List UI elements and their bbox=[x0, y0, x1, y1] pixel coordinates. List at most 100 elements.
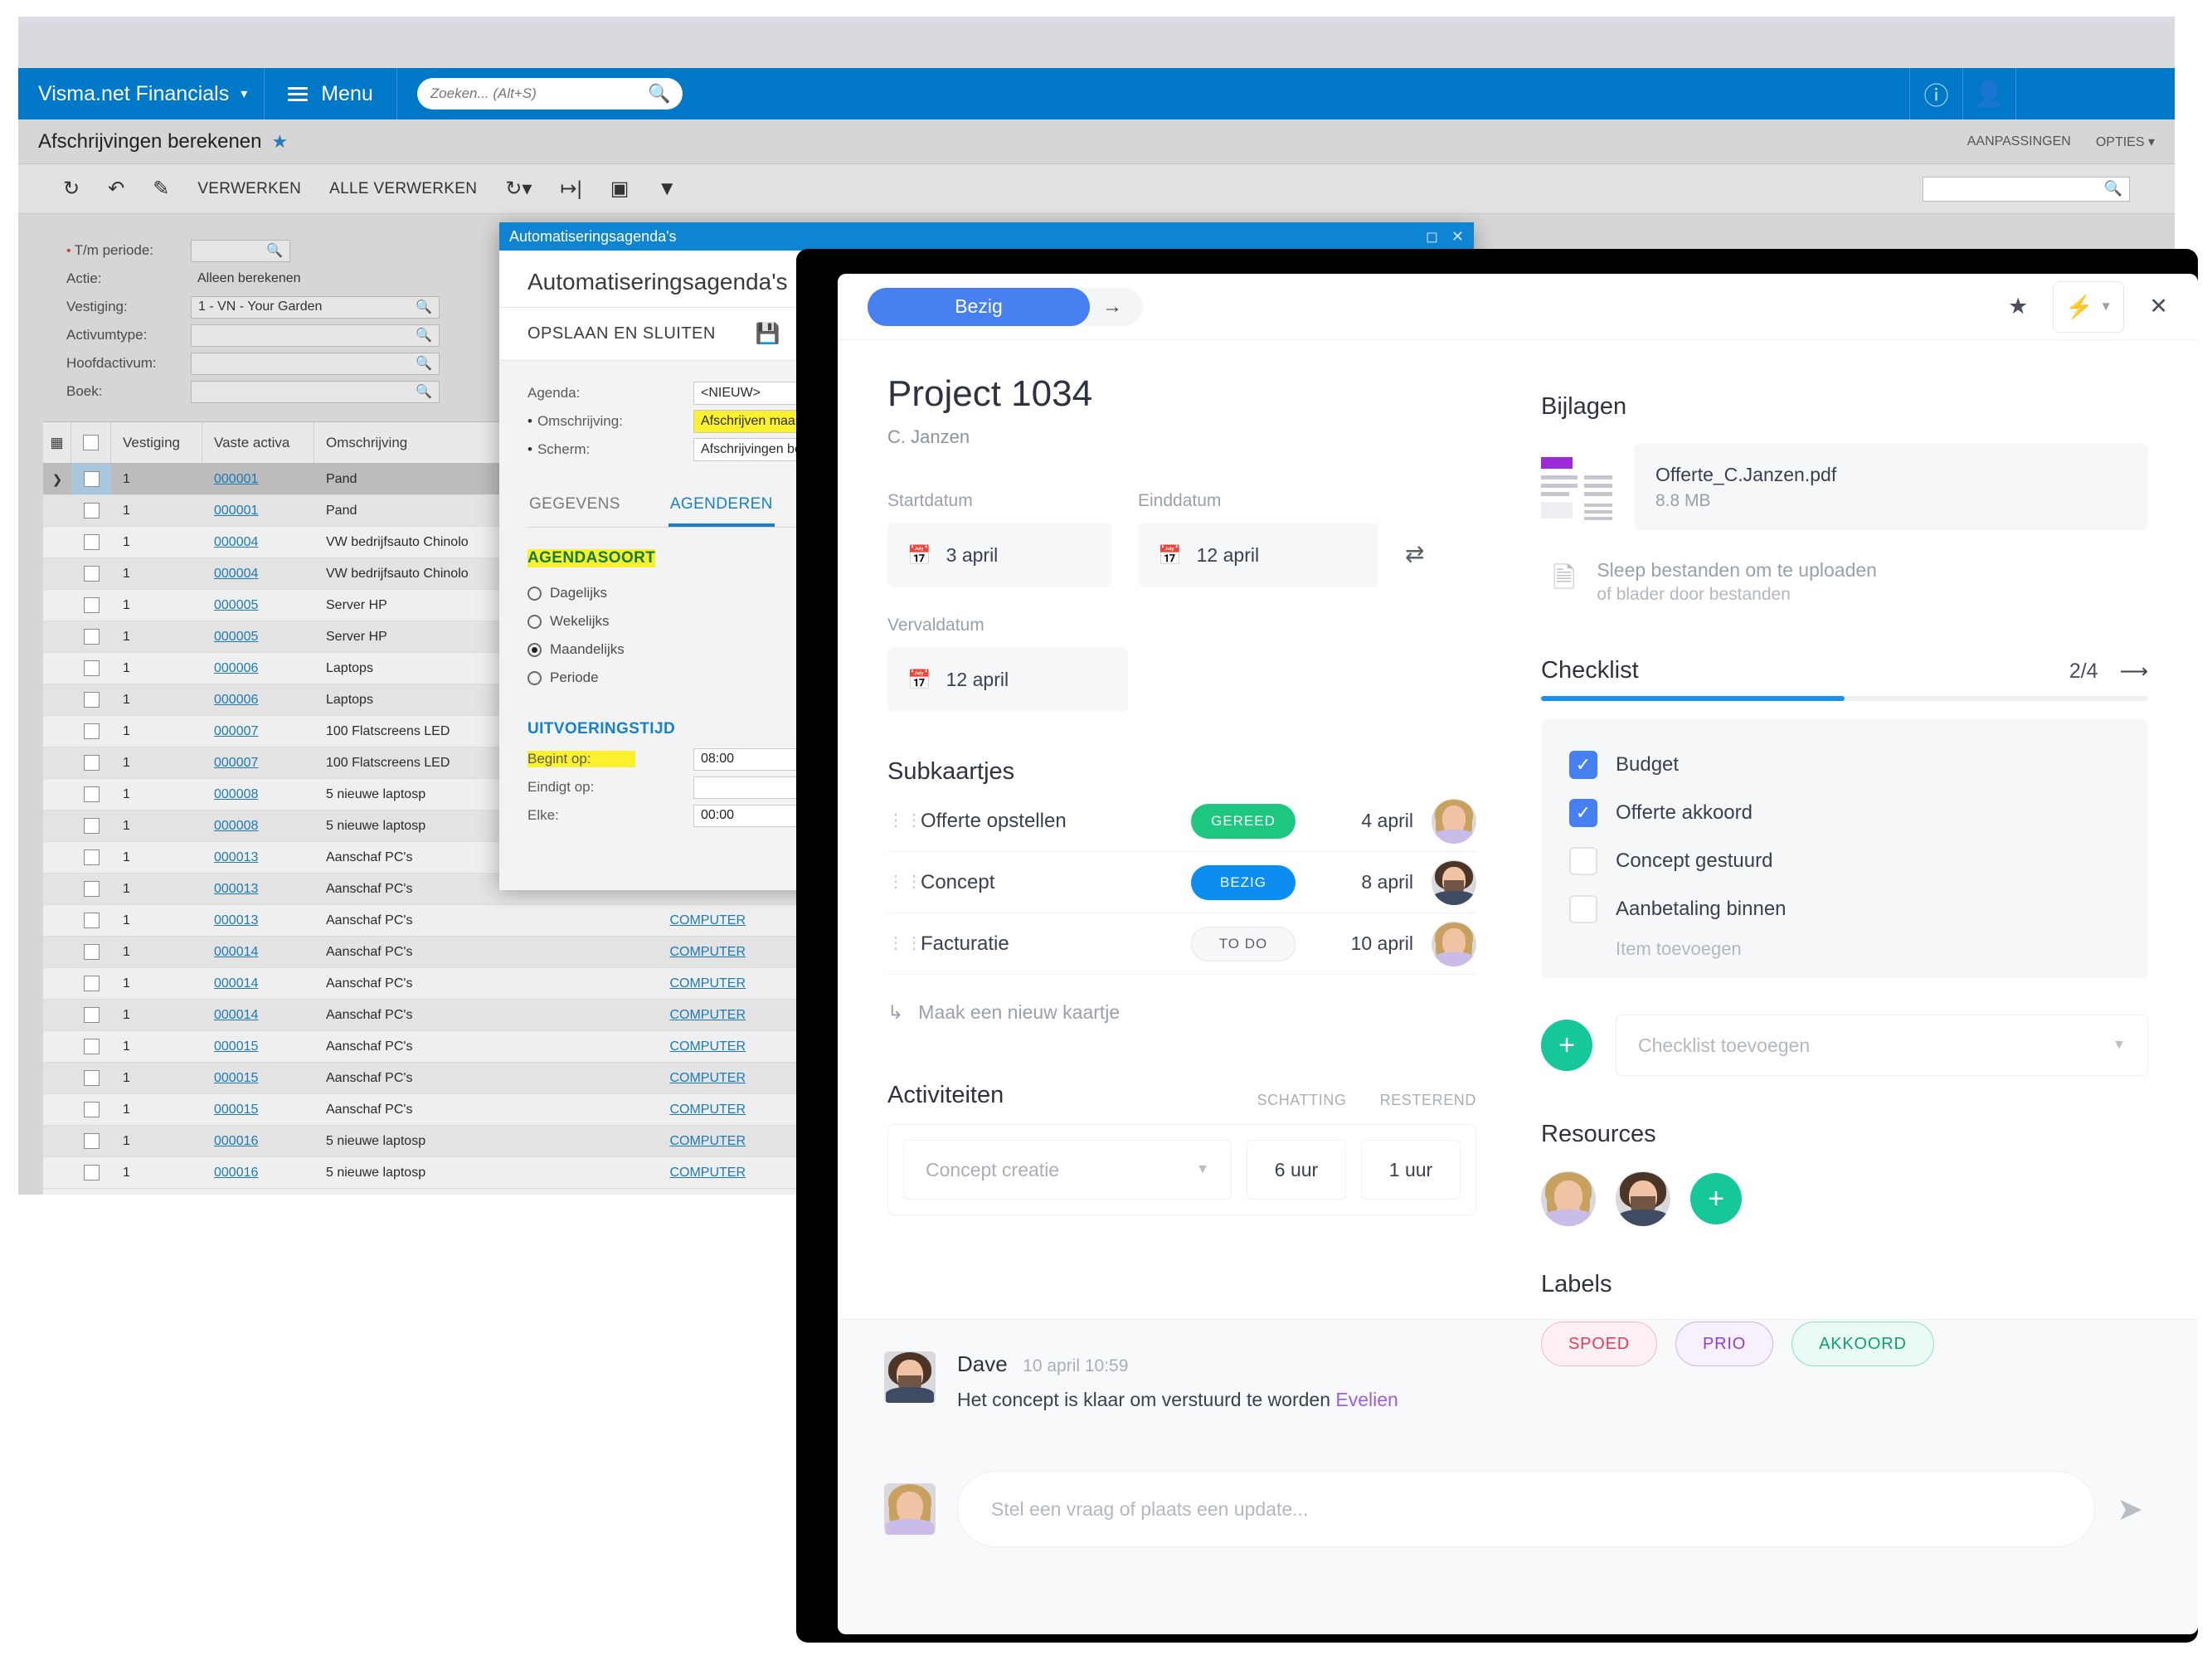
row-expand-icon[interactable] bbox=[43, 779, 71, 810]
row-checkbox[interactable] bbox=[71, 716, 111, 747]
subcard-row[interactable]: ⋮⋮ Facturatie TO DO 10 april bbox=[887, 913, 1476, 975]
tm-periode-input[interactable]: 🔍 bbox=[191, 239, 290, 262]
close-icon[interactable]: ✕ bbox=[2149, 294, 2168, 319]
arrow-right-icon[interactable]: → bbox=[1090, 295, 1135, 319]
activity-remaining[interactable]: 1 uur bbox=[1361, 1140, 1461, 1200]
cell-vaste-activa[interactable]: 000015 bbox=[202, 1094, 314, 1125]
status-badge[interactable]: GEREED bbox=[1191, 803, 1296, 839]
attachment-item[interactable]: Offerte_C.Janzen.pdf 8.8 MB bbox=[1634, 444, 2148, 531]
favorite-star-icon[interactable]: ★ bbox=[272, 131, 289, 153]
row-checkbox[interactable] bbox=[71, 874, 111, 904]
row-checkbox[interactable] bbox=[71, 968, 111, 999]
row-expand-icon[interactable] bbox=[43, 684, 71, 715]
checkbox-icon[interactable] bbox=[1569, 847, 1597, 876]
fit-icon[interactable]: ↦| bbox=[560, 177, 581, 201]
status-badge[interactable]: TO DO bbox=[1191, 926, 1296, 961]
activity-estimate[interactable]: 6 uur bbox=[1247, 1140, 1346, 1200]
column-settings-icon[interactable]: ▦ bbox=[43, 422, 71, 463]
row-expand-icon[interactable] bbox=[43, 1157, 71, 1188]
cell-vaste-activa[interactable]: 000004 bbox=[202, 558, 314, 589]
aanpassingen-button[interactable]: AANPASSINGEN bbox=[1967, 134, 2071, 149]
drag-handle-icon[interactable]: ⋮⋮ bbox=[887, 935, 922, 952]
row-checkbox[interactable] bbox=[71, 779, 111, 810]
send-icon[interactable]: ➤ bbox=[2117, 1491, 2151, 1528]
cell-vaste-activa[interactable]: 000014 bbox=[202, 937, 314, 967]
row-checkbox[interactable] bbox=[71, 1063, 111, 1093]
lookup-icon[interactable]: 🔍 bbox=[266, 242, 283, 259]
row-checkbox[interactable] bbox=[71, 905, 111, 936]
row-expand-icon[interactable] bbox=[43, 590, 71, 621]
dropzone-line2[interactable]: of blader door bestanden bbox=[1597, 585, 1877, 605]
cell-vaste-activa[interactable]: 000014 bbox=[202, 968, 314, 999]
undo-icon[interactable]: ↶ bbox=[108, 177, 124, 201]
row-checkbox[interactable] bbox=[71, 684, 111, 715]
refresh-icon[interactable]: ↻ bbox=[63, 177, 80, 201]
column-header-vaste-activa[interactable]: Vaste activa bbox=[202, 422, 314, 463]
row-checkbox[interactable] bbox=[71, 1126, 111, 1156]
activity-select[interactable]: Concept creatie ▼ bbox=[903, 1140, 1232, 1200]
help-icon[interactable]: ⓘ bbox=[1909, 68, 1962, 119]
add-resource-button[interactable]: + bbox=[1690, 1173, 1742, 1225]
avatar[interactable] bbox=[1432, 921, 1476, 966]
row-expand-icon[interactable] bbox=[43, 1094, 71, 1125]
row-expand-icon[interactable] bbox=[43, 1063, 71, 1093]
tab-gegevens[interactable]: GEGEVENS bbox=[527, 487, 622, 527]
activumtype-input[interactable]: 🔍 bbox=[191, 324, 440, 347]
row-expand-icon[interactable] bbox=[43, 747, 71, 778]
cell-vaste-activa[interactable]: 000005 bbox=[202, 621, 314, 652]
vestiging-input[interactable]: 1 - VN - Your Garden 🔍 bbox=[191, 295, 440, 319]
status-button[interactable]: Bezig bbox=[868, 287, 1090, 326]
avatar[interactable] bbox=[1616, 1171, 1670, 1227]
row-checkbox[interactable] bbox=[71, 747, 111, 778]
row-expand-icon[interactable] bbox=[43, 1126, 71, 1156]
row-checkbox[interactable] bbox=[71, 590, 111, 621]
cell-vaste-activa[interactable]: 000015 bbox=[202, 1031, 314, 1062]
filter-icon[interactable]: ▼ bbox=[657, 178, 677, 201]
edit-icon[interactable]: ✎ bbox=[153, 177, 169, 201]
close-icon[interactable]: ✕ bbox=[1451, 228, 1464, 246]
cell-vaste-activa[interactable]: 000013 bbox=[202, 842, 314, 873]
label-prio[interactable]: PRIO bbox=[1675, 1322, 1774, 1367]
cell-vaste-activa[interactable]: 000007 bbox=[202, 716, 314, 747]
user-icon[interactable]: 👤 bbox=[1962, 68, 2015, 119]
startdatum-input[interactable]: 📅 3 april bbox=[887, 523, 1111, 587]
checklist-item[interactable]: Aanbetaling binnen bbox=[1569, 885, 2120, 933]
cell-vaste-activa[interactable]: 000004 bbox=[202, 527, 314, 557]
checkbox-icon[interactable] bbox=[1569, 895, 1597, 924]
row-expand-icon[interactable] bbox=[43, 811, 71, 841]
row-checkbox[interactable] bbox=[71, 937, 111, 967]
boek-input[interactable]: 🔍 bbox=[191, 380, 440, 403]
row-checkbox[interactable] bbox=[71, 1094, 111, 1125]
verwerken-button[interactable]: VERWERKEN bbox=[197, 180, 301, 198]
checkbox-icon[interactable]: ✓ bbox=[1569, 799, 1597, 828]
cell-vaste-activa[interactable]: 000006 bbox=[202, 684, 314, 715]
erp-search-input[interactable] bbox=[428, 85, 649, 103]
save-icon[interactable]: 💾 bbox=[756, 322, 780, 346]
cell-vaste-activa[interactable]: 000005 bbox=[202, 590, 314, 621]
subcard-row[interactable]: ⋮⋮ Concept BEZIG 8 april bbox=[887, 852, 1476, 913]
maximize-icon[interactable]: ◻ bbox=[1426, 228, 1438, 246]
avatar[interactable] bbox=[1541, 1171, 1596, 1227]
row-expand-icon[interactable]: ❯ bbox=[43, 464, 71, 494]
row-expand-icon[interactable] bbox=[43, 968, 71, 999]
erp-search-box[interactable]: 🔍 bbox=[416, 78, 683, 110]
cell-vaste-activa[interactable]: 000006 bbox=[202, 653, 314, 684]
checklist-item[interactable]: ✓ Budget bbox=[1569, 741, 2120, 789]
lookup-icon[interactable]: 🔍 bbox=[416, 355, 432, 372]
row-checkbox[interactable] bbox=[71, 621, 111, 652]
cell-vaste-activa[interactable]: 000014 bbox=[202, 1000, 314, 1030]
row-expand-icon[interactable] bbox=[43, 1031, 71, 1062]
row-checkbox[interactable] bbox=[71, 811, 111, 841]
cell-vaste-activa[interactable]: 000001 bbox=[202, 495, 314, 526]
lookup-icon[interactable]: 🔍 bbox=[416, 327, 432, 343]
cell-vaste-activa[interactable]: 000008 bbox=[202, 811, 314, 841]
cell-vaste-activa[interactable]: 000015 bbox=[202, 1063, 314, 1093]
row-checkbox[interactable] bbox=[71, 495, 111, 526]
star-icon[interactable]: ★ bbox=[2008, 294, 2028, 319]
row-expand-icon[interactable] bbox=[43, 905, 71, 936]
row-checkbox[interactable] bbox=[71, 558, 111, 589]
cell-vaste-activa[interactable]: 000016 bbox=[202, 1126, 314, 1156]
avatar[interactable] bbox=[1432, 798, 1476, 844]
new-subcard-button[interactable]: ↳ Maak een nieuw kaartje bbox=[887, 1001, 1476, 1024]
file-dropzone[interactable]: 🗎 Sleep bestanden om te uploaden of blad… bbox=[1541, 558, 2148, 606]
